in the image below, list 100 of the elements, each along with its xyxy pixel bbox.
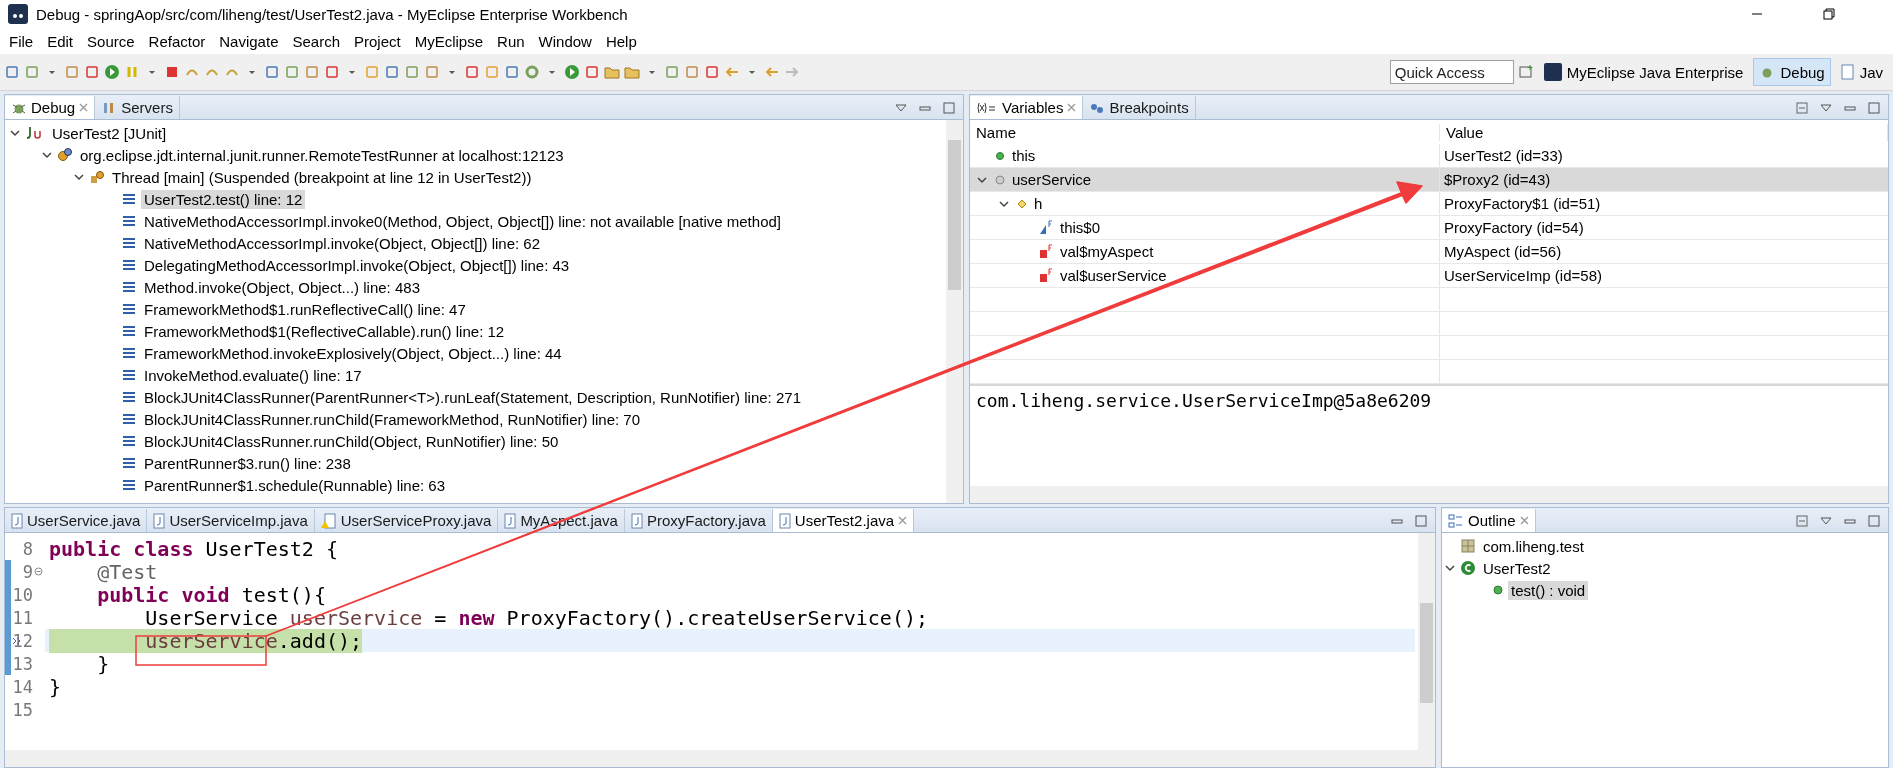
tree-item[interactable]: NativeMethodAccessorImpl.invoke0(Method, Object, Object[]) line: not available [native method] <box>141 211 784 231</box>
menu-item[interactable]: Search <box>285 32 347 50</box>
menu-item[interactable]: Window <box>531 32 599 50</box>
line-number: 9 <box>21 561 33 582</box>
column-header[interactable]: Value <box>1440 123 1888 141</box>
square-icon <box>1038 267 1054 284</box>
folder-icon[interactable] <box>604 64 620 80</box>
chevron-icon[interactable] <box>9 127 21 139</box>
chevron-icon[interactable] <box>41 149 53 161</box>
maximize-icon[interactable] <box>1866 512 1882 529</box>
toolbar-square-icon[interactable] <box>404 64 420 80</box>
tree-item[interactable]: InvokeMethod.evaluate() line: 17 <box>141 365 365 385</box>
tree-item[interactable]: Method.invoke(Object, Object...) line: 483 <box>141 277 423 297</box>
close-icon[interactable] <box>1067 103 1077 112</box>
collapse-icon[interactable] <box>1794 512 1810 529</box>
tree-item[interactable]: FrameworkMethod$1(ReflectiveCallable).run() line: 12 <box>141 321 508 341</box>
toolbar-square-icon[interactable] <box>284 64 300 80</box>
tree-item[interactable]: UserTest2 [JUnit] <box>49 123 170 143</box>
panel-tab[interactable]: Variables <box>970 96 1084 119</box>
stop-icon[interactable] <box>164 64 180 80</box>
scrollbar[interactable] <box>5 750 1435 767</box>
variable-name[interactable]: userService <box>1012 171 1092 188</box>
menu-item[interactable]: MyEclipse <box>407 32 491 50</box>
toolbar-square-icon[interactable] <box>584 64 600 80</box>
panel-tab[interactable]: ProxyFactory.java <box>624 509 773 532</box>
toolbar-square-icon[interactable] <box>84 64 100 80</box>
tree-item[interactable]: org.eclipse.jdt.internal.junit.runner.RemoteTestRunner at localhost:12123 <box>77 145 567 165</box>
restore-icon[interactable] <box>1821 6 1837 22</box>
variable-name[interactable]: this$0 <box>1060 219 1101 236</box>
close-icon[interactable] <box>79 103 89 112</box>
tree-item[interactable]: FrameworkMethod.invokeExplosively(Object, Object...) line: 44 <box>141 343 565 363</box>
toolbar-square-icon[interactable] <box>484 64 500 80</box>
tree-item[interactable]: ParentRunner$3.run() line: 238 <box>141 453 354 473</box>
app-logo-icon <box>1543 63 1562 81</box>
variable-name[interactable]: val$myAspect <box>1060 243 1154 260</box>
toolbar-square-icon[interactable] <box>684 64 700 80</box>
perspective-button[interactable]: MyEclipse Java Enterprise <box>1537 58 1750 86</box>
menu-item[interactable]: Refactor <box>141 32 213 50</box>
toolbar-square-icon[interactable] <box>4 64 20 80</box>
toolbar-square-icon[interactable] <box>264 64 280 80</box>
tree-item[interactable]: test() : void <box>1508 580 1589 600</box>
maximize-icon[interactable] <box>941 99 957 116</box>
variable-name[interactable]: h <box>1034 195 1043 212</box>
play-icon[interactable] <box>564 64 580 80</box>
tree-item[interactable]: BlockJUnit4ClassRunner.runChild(Object, RunNotifier) line: 50 <box>141 431 562 451</box>
tree-item[interactable]: UserTest2 <box>1480 558 1554 578</box>
toolbar-square-icon[interactable] <box>324 64 340 80</box>
collapse-icon[interactable] <box>1794 99 1810 116</box>
menu-item[interactable]: File <box>2 32 41 50</box>
tree-item[interactable]: com.liheng.test <box>1480 536 1587 556</box>
variable-name[interactable]: this <box>1012 147 1036 164</box>
column-header[interactable]: Name <box>970 123 1440 141</box>
menu-item[interactable]: Navigate <box>212 32 286 50</box>
close-icon[interactable] <box>898 516 908 525</box>
panel-tab[interactable]: Servers <box>95 96 180 119</box>
toolbar-square-icon[interactable] <box>384 64 400 80</box>
tree-item[interactable]: FrameworkMethod$1.runReflectiveCall() line: 47 <box>141 299 469 319</box>
open-perspective-icon[interactable] <box>1517 64 1534 80</box>
scrollbar[interactable] <box>946 120 963 503</box>
panel-tab[interactable]: UserServiceImp.java <box>147 509 315 532</box>
toolbar-square-icon[interactable] <box>704 64 720 80</box>
menu-item[interactable]: Edit <box>40 32 81 50</box>
tree-item[interactable]: BlockJUnit4ClassRunner(ParentRunner<T>).runLeaf(Statement, Description, RunNotifier) line: 271 <box>141 387 804 407</box>
menu-item[interactable]: Run <box>490 32 532 50</box>
chevron-icon[interactable] <box>1444 562 1456 574</box>
variable-name[interactable]: val$userService <box>1060 267 1167 284</box>
tree-item[interactable]: Thread [main] (Suspended (breakpoint at line 12 in UserTest2)) <box>109 167 535 187</box>
panel-tab[interactable]: Breakpoints <box>1083 96 1196 119</box>
folder-icon[interactable] <box>624 64 640 80</box>
tree-item[interactable]: ParentRunner$1.schedule(Runnable) line: 63 <box>141 475 449 495</box>
stack-frame-icon <box>121 367 137 383</box>
fold-icon[interactable] <box>34 567 43 576</box>
tree-item[interactable]: DelegatingMethodAccessorImpl.invoke(Object, Object[]) line: 43 <box>141 255 573 275</box>
thread-icon <box>89 169 105 185</box>
toolbar-square-icon[interactable] <box>304 64 320 80</box>
maximize-icon[interactable] <box>1413 512 1429 529</box>
chevron-icon[interactable] <box>73 171 85 183</box>
quick-access-field[interactable]: Quick Access <box>1389 60 1514 84</box>
scrollbar[interactable] <box>970 486 1888 503</box>
code-line: public void test(){ <box>96 582 326 607</box>
perspective-button[interactable]: Jav <box>1834 58 1889 86</box>
panel-tab[interactable]: Outline <box>1442 509 1536 532</box>
scrollbar[interactable] <box>1418 533 1435 750</box>
play-icon[interactable] <box>104 64 120 80</box>
close-icon[interactable] <box>1519 516 1529 525</box>
window-title: Debug - springAop/src/com/liheng/test/UserTest2.java - MyEclipse Enterprise Workbench <box>36 5 629 23</box>
tree-item[interactable]: UserTest2.test() line: 12 <box>141 189 306 209</box>
panel-tab[interactable]: UserService.java <box>5 509 148 532</box>
maximize-icon[interactable] <box>1866 99 1882 116</box>
menu-item[interactable]: Help <box>598 32 644 50</box>
panel-tab[interactable]: Debug <box>5 96 96 119</box>
toolbar-square-icon[interactable] <box>464 64 480 80</box>
panel-tab[interactable]: UserServiceProxy.java <box>314 509 499 532</box>
panel-tab[interactable]: UserTest2.java <box>772 509 915 532</box>
menu-item[interactable]: Project <box>347 32 408 50</box>
perspective-button[interactable]: Debug <box>1753 58 1831 86</box>
toolbar-square-icon[interactable] <box>504 64 520 80</box>
menu-item[interactable]: Source <box>80 32 142 50</box>
tree-item[interactable]: NativeMethodAccessorImpl.invoke(Object, Object[]) line: 62 <box>141 233 543 253</box>
tree-item[interactable]: BlockJUnit4ClassRunner.runChild(FrameworkMethod, RunNotifier) line: 70 <box>141 409 644 429</box>
